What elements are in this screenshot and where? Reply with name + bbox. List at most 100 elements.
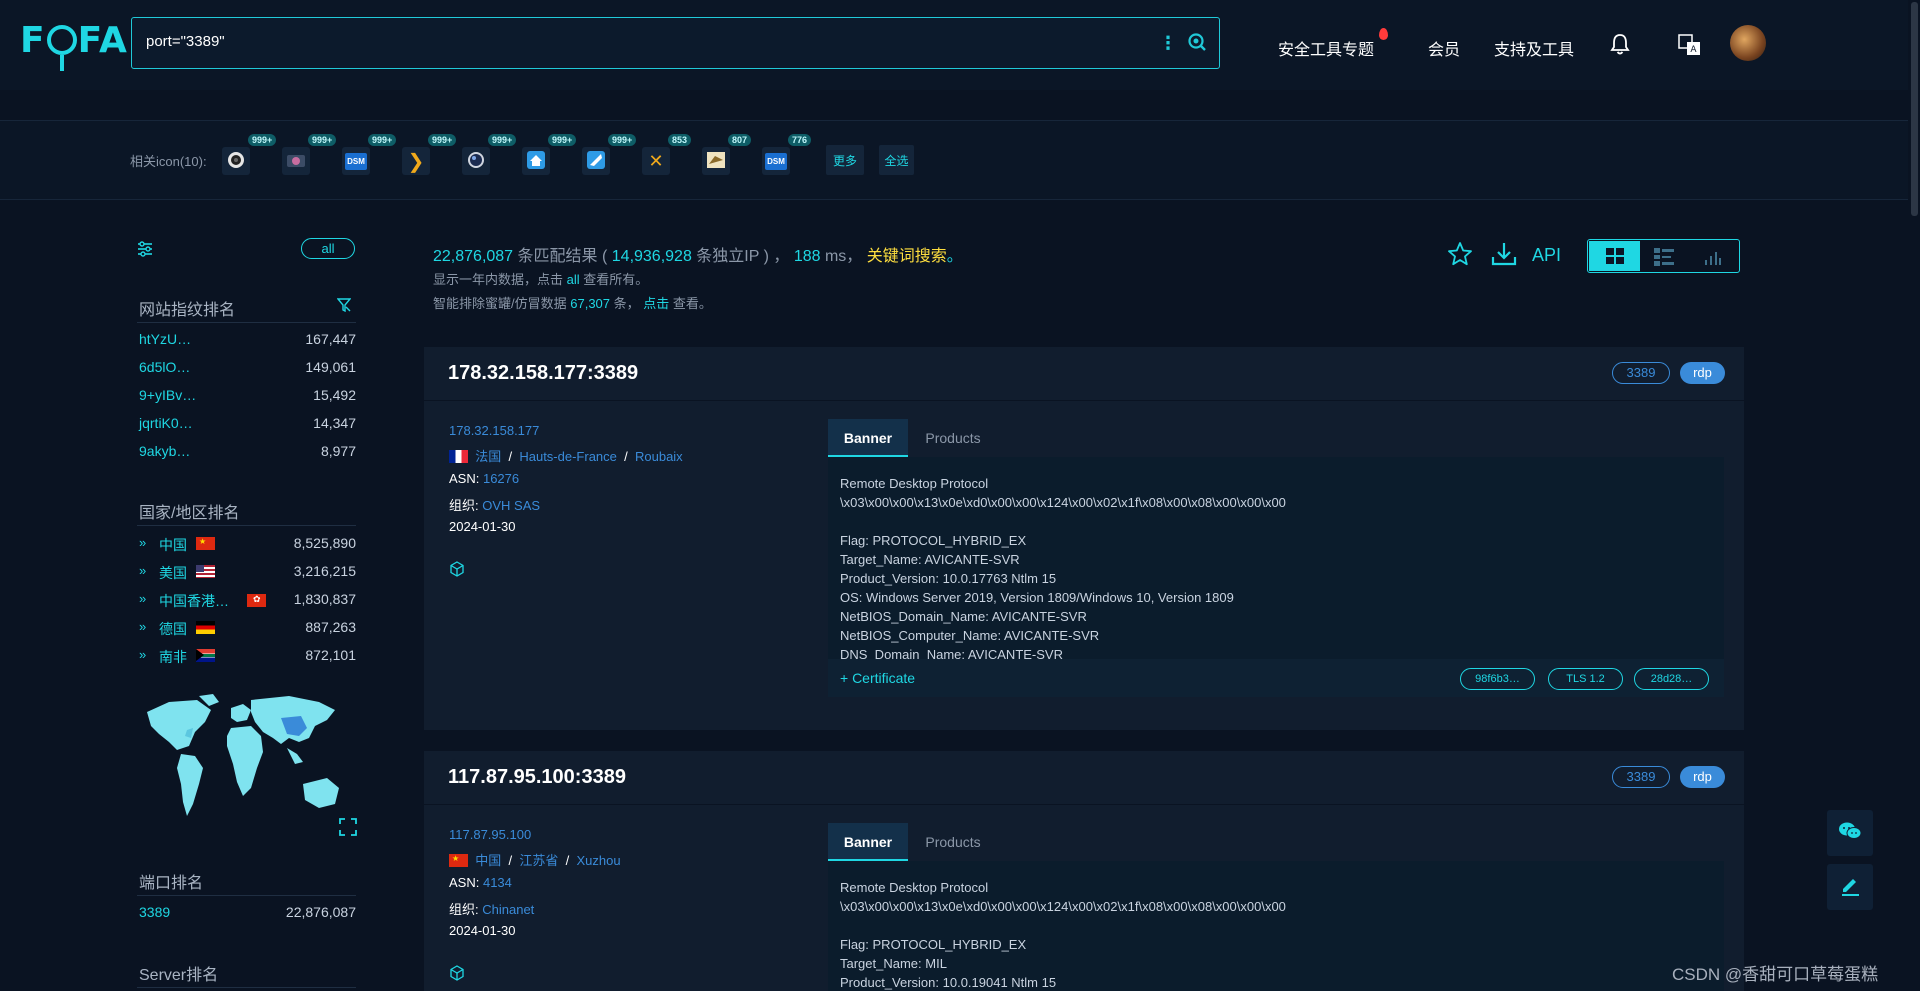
country-item[interactable]: » 美国 3,216,215 bbox=[139, 563, 356, 581]
icon-count: 999+ bbox=[308, 134, 337, 146]
nav-membership[interactable]: 会员 bbox=[1428, 36, 1460, 60]
filter-settings-icon[interactable] bbox=[137, 241, 153, 262]
country-name[interactable]: 中国香港… bbox=[159, 591, 229, 611]
country-name[interactable]: 南非 bbox=[159, 647, 187, 667]
cube-icon[interactable] bbox=[449, 561, 465, 582]
clear-filter-icon[interactable] bbox=[336, 298, 352, 317]
scrollbar-thumb[interactable] bbox=[1911, 2, 1918, 216]
expand-map-icon[interactable] bbox=[339, 818, 357, 841]
country-name[interactable]: 中国 bbox=[159, 535, 187, 555]
download-icon[interactable] bbox=[1490, 241, 1518, 272]
show-all-link[interactable]: all bbox=[567, 272, 580, 287]
fingerprint-name[interactable]: 6d5lO… bbox=[139, 359, 190, 375]
cert-hash-chip[interactable]: 98f6b3… bbox=[1460, 668, 1535, 690]
select-all-button[interactable]: 全选 bbox=[879, 145, 914, 175]
notification-bell-icon[interactable] bbox=[1610, 33, 1630, 60]
page-scrollbar[interactable] bbox=[1908, 0, 1920, 991]
fingerprint-item[interactable]: 6d5lO… 149,061 bbox=[139, 359, 356, 377]
more-options-icon[interactable]: ⋮ bbox=[1159, 33, 1177, 54]
org-link[interactable]: OVH SAS bbox=[482, 498, 540, 513]
view-honeypot-link[interactable]: 点击 bbox=[643, 296, 669, 311]
keyword-search-link[interactable]: 关键词搜索 bbox=[867, 248, 947, 265]
tab-banner[interactable]: Banner bbox=[828, 419, 908, 457]
fingerprint-item[interactable]: 9+yIBv… 15,492 bbox=[139, 387, 356, 405]
banner-line: Flag: PROTOCOL_HYBRID_EX bbox=[840, 533, 1027, 548]
related-icon-10[interactable]: DSM 776 bbox=[762, 134, 812, 175]
region-link[interactable]: 江苏省 bbox=[519, 853, 558, 868]
all-filter-pill[interactable]: all bbox=[301, 238, 355, 259]
protocol-tag[interactable]: rdp bbox=[1680, 766, 1725, 788]
tab-banner[interactable]: Banner bbox=[828, 823, 908, 861]
divider bbox=[137, 987, 356, 988]
notice-text: 查看所有。 bbox=[583, 272, 649, 287]
related-icon-2[interactable]: 999+ bbox=[282, 134, 337, 175]
city-link[interactable]: Xuzhou bbox=[576, 853, 620, 868]
cert-hash-chip-2[interactable]: 28d28… bbox=[1634, 668, 1709, 690]
search-icon[interactable] bbox=[1187, 32, 1207, 57]
fingerprint-name[interactable]: 9akyb… bbox=[139, 443, 190, 459]
translate-icon[interactable]: A bbox=[1678, 34, 1702, 61]
list-view-icon[interactable] bbox=[1654, 248, 1674, 271]
fingerprint-name[interactable]: jqrtiK0… bbox=[139, 415, 193, 431]
org-link[interactable]: Chinanet bbox=[482, 902, 534, 917]
country-item[interactable]: » 德国 887,263 bbox=[139, 619, 356, 637]
port-tag[interactable]: 3389 bbox=[1612, 362, 1670, 384]
related-icon-9[interactable]: 807 bbox=[702, 134, 752, 175]
related-icon-5[interactable]: 999+ bbox=[462, 134, 517, 175]
result-asn: ASN: 4134 bbox=[449, 875, 512, 890]
fingerprint-item[interactable]: htYzU… 167,447 bbox=[139, 331, 356, 349]
country-link[interactable]: 中国 bbox=[475, 853, 501, 868]
fingerprint-name[interactable]: htYzU… bbox=[139, 331, 191, 347]
banner-line: NetBIOS_Domain_Name: AVICANTE-SVR bbox=[840, 609, 1087, 624]
wechat-button[interactable] bbox=[1827, 810, 1873, 856]
search-input[interactable]: port="3389" bbox=[146, 33, 225, 50]
result-host[interactable]: 178.32.158.177:3389 bbox=[448, 362, 638, 385]
grid-view-button[interactable] bbox=[1589, 241, 1640, 271]
related-icon-8[interactable]: ✕ 853 bbox=[642, 134, 692, 175]
country-item[interactable]: » 中国 ★ 8,525,890 bbox=[139, 535, 356, 553]
port-item[interactable]: 3389 22,876,087 bbox=[139, 904, 356, 922]
certificate-toggle[interactable]: + Certificate bbox=[840, 670, 915, 686]
related-icon-6[interactable]: 999+ bbox=[522, 134, 577, 175]
protocol-tag[interactable]: rdp bbox=[1680, 362, 1725, 384]
tab-products[interactable]: Products bbox=[908, 419, 998, 457]
search-bar[interactable]: port="3389" ⋮ bbox=[131, 17, 1220, 69]
stats-view-icon[interactable] bbox=[1704, 248, 1722, 271]
port-tag[interactable]: 3389 bbox=[1612, 766, 1670, 788]
asn-link[interactable]: 4134 bbox=[483, 875, 512, 890]
star-icon[interactable] bbox=[1447, 241, 1473, 272]
related-icon-7[interactable]: 999+ bbox=[582, 134, 637, 175]
banner-line: Remote Desktop Protocol bbox=[840, 880, 989, 895]
related-icon-4[interactable]: ❯ 999+ bbox=[402, 134, 457, 175]
related-icon-3[interactable]: DSM 999+ bbox=[342, 134, 397, 175]
fofa-logo[interactable]: F FA bbox=[20, 20, 128, 71]
country-item[interactable]: » 中国香港… ✿ 1,830,837 bbox=[139, 591, 356, 609]
feedback-button[interactable] bbox=[1827, 864, 1873, 910]
fingerprint-item[interactable]: jqrtiK0… 14,347 bbox=[139, 415, 356, 433]
nav-security-tools[interactable]: 安全工具专题 bbox=[1278, 36, 1374, 60]
user-avatar[interactable] bbox=[1730, 25, 1766, 61]
region-link[interactable]: Hauts-de-France bbox=[519, 449, 617, 464]
fingerprint-item[interactable]: 9akyb… 8,977 bbox=[139, 443, 356, 461]
result-host[interactable]: 117.87.95.100:3389 bbox=[448, 766, 626, 789]
tab-products[interactable]: Products bbox=[908, 823, 998, 861]
icon-count: 999+ bbox=[428, 134, 457, 146]
country-link[interactable]: 法国 bbox=[475, 449, 501, 464]
port-name[interactable]: 3389 bbox=[139, 904, 170, 920]
nav-support-tools[interactable]: 支持及工具 bbox=[1494, 36, 1574, 60]
country-name[interactable]: 美国 bbox=[159, 563, 187, 583]
fingerprint-name[interactable]: 9+yIBv… bbox=[139, 387, 196, 403]
world-map[interactable] bbox=[139, 692, 349, 830]
city-link[interactable]: Roubaix bbox=[635, 449, 683, 464]
country-name[interactable]: 德国 bbox=[159, 619, 187, 639]
result-ip-link[interactable]: 178.32.158.177 bbox=[449, 423, 539, 438]
cube-icon[interactable] bbox=[449, 965, 465, 986]
asn-link[interactable]: 16276 bbox=[483, 471, 519, 486]
result-ip-link[interactable]: 117.87.95.100 bbox=[449, 827, 531, 842]
icon-count: 999+ bbox=[248, 134, 277, 146]
more-icons-button[interactable]: 更多 bbox=[826, 145, 864, 175]
country-item[interactable]: » 南非 872,101 bbox=[139, 647, 356, 665]
tls-version-chip[interactable]: TLS 1.2 bbox=[1548, 668, 1623, 690]
api-button[interactable]: API bbox=[1532, 245, 1561, 266]
related-icon-1[interactable]: 999+ bbox=[222, 134, 277, 175]
